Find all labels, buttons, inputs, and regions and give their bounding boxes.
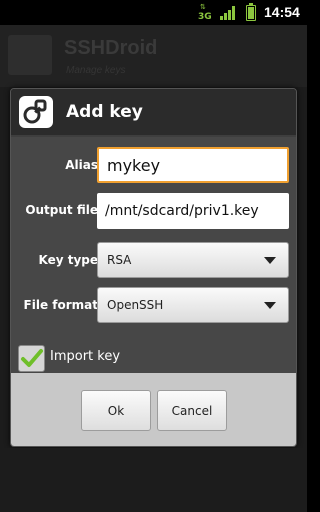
battery-icon: [246, 3, 256, 21]
app-logo-icon: [8, 35, 52, 75]
dialog-body: Alias mykey Output file /mnt/sdcard/priv…: [11, 137, 296, 373]
ok-button[interactable]: Ok: [81, 390, 151, 431]
alias-input[interactable]: mykey: [97, 147, 289, 183]
file-format-value: OpenSSH: [107, 298, 164, 312]
dialog-button-bar: Ok Cancel: [11, 373, 296, 446]
output-file-input[interactable]: /mnt/sdcard/priv1.key: [97, 193, 289, 229]
status-time: 14:54: [264, 4, 300, 20]
dialog-title-bar: Add key: [11, 89, 296, 137]
network-type-label: 3G: [198, 12, 212, 22]
key-type-select[interactable]: RSA: [97, 242, 289, 278]
alias-label: Alias: [65, 158, 98, 172]
key-type-value: RSA: [107, 253, 132, 267]
status-bar: ⇅ 3G 14:54: [0, 0, 307, 25]
checkmark-icon: [21, 349, 43, 367]
file-format-label: File format: [23, 298, 98, 312]
background-app-title: SSHDroid: [64, 37, 158, 59]
background-app-bottom: [0, 448, 307, 512]
file-format-select[interactable]: OpenSSH: [97, 287, 289, 323]
dropdown-arrow-icon: [264, 302, 276, 309]
dialog-title: Add key: [66, 102, 143, 122]
background-header: SSHDroid Manage keys: [0, 25, 307, 87]
add-key-dialog: Add key Alias mykey Output file /mnt/sdc…: [10, 88, 297, 447]
key-lock-icon: [19, 96, 53, 128]
import-key-checkbox[interactable]: [18, 345, 45, 372]
output-file-label: Output file: [25, 203, 98, 217]
background-app-subtitle: Manage keys: [66, 65, 126, 76]
import-key-label: Import key: [50, 349, 121, 364]
3g-data-icon: ⇅ 3G: [198, 3, 212, 23]
dropdown-arrow-icon: [264, 257, 276, 264]
key-type-label: Key type: [38, 253, 98, 267]
cancel-button[interactable]: Cancel: [157, 390, 227, 431]
signal-strength-icon: [220, 6, 236, 20]
